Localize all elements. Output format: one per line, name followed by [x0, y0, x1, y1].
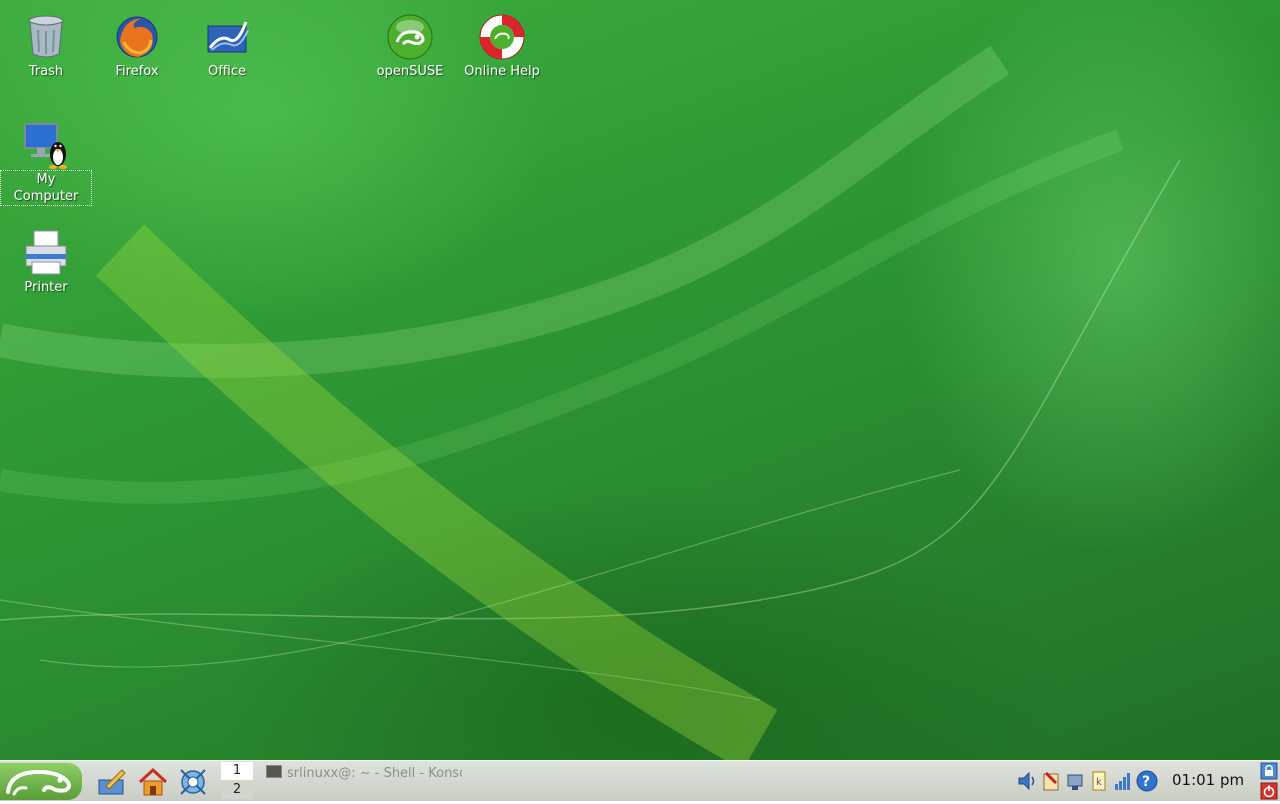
desktop-icon-label: Trash: [28, 64, 64, 79]
desktop-icon-online-help[interactable]: Online Help: [457, 12, 547, 80]
taskbar: 1 2 srlinuxx@: ~ - Shell - Konsole k ? 0…: [0, 760, 1280, 801]
desktop-icon-label: Office: [208, 64, 246, 79]
pager-desktop-2[interactable]: 2: [221, 781, 253, 799]
desktop: Trash Firefox Office openSUSE Online Hel…: [0, 0, 1280, 760]
desktop-edit-icon[interactable]: [96, 766, 128, 798]
desktop-icon-office[interactable]: Office: [182, 12, 272, 80]
svg-text:?: ?: [1142, 774, 1150, 790]
pager-desktop-1[interactable]: 1: [221, 762, 253, 780]
konqueror-icon[interactable]: [177, 766, 209, 798]
terminal-icon: [266, 765, 282, 778]
desktop-icon-label: Online Help: [464, 64, 540, 79]
taskbar-task-konsole[interactable]: srlinuxx@: ~ - Shell - Konsole: [262, 763, 462, 785]
logout-icon[interactable]: [1260, 782, 1278, 800]
desktop-icon-label: openSUSE: [376, 64, 444, 79]
task-label: srlinuxx@: ~ - Shell - Konsole: [287, 766, 462, 781]
start-menu-button[interactable]: [0, 762, 82, 800]
wallpaper: [0, 45, 1181, 760]
desktop-icon-opensuse[interactable]: openSUSE: [365, 12, 455, 80]
printer-icon: [25, 230, 67, 275]
clock[interactable]: 01:01 pm: [1172, 771, 1244, 789]
gecko-icon: [6, 769, 71, 796]
desktop-icon-label: Firefox: [115, 64, 159, 79]
svg-text:k: k: [1096, 777, 1102, 788]
desktop-pager: 1 2: [221, 762, 253, 800]
lock-screen-icon[interactable]: [1260, 762, 1278, 780]
kde-updater-icon[interactable]: k: [1088, 769, 1110, 793]
office-icon: [207, 21, 249, 53]
desktop-icon-printer[interactable]: Printer: [1, 228, 91, 296]
firefox-icon: [116, 16, 158, 58]
volume-icon[interactable]: [1016, 769, 1038, 793]
lifebuoy-icon: [479, 14, 525, 60]
signal-bars-icon[interactable]: [1112, 769, 1134, 793]
computer-icon: [24, 123, 67, 169]
trash-icon: [28, 15, 64, 58]
help-icon[interactable]: ?: [1136, 769, 1158, 793]
home-icon[interactable]: [137, 766, 169, 798]
desktop-icon-firefox[interactable]: Firefox: [92, 12, 182, 80]
desktop-icon-label: My Computer: [13, 172, 79, 204]
klipper-icon[interactable]: [1040, 769, 1062, 793]
network-icon[interactable]: [1064, 769, 1086, 793]
opensuse-icon: [387, 14, 433, 60]
desktop-icon-label: Printer: [24, 280, 68, 295]
desktop-icon-my-computer[interactable]: My Computer: [0, 120, 92, 206]
desktop-icon-trash[interactable]: Trash: [1, 12, 91, 80]
